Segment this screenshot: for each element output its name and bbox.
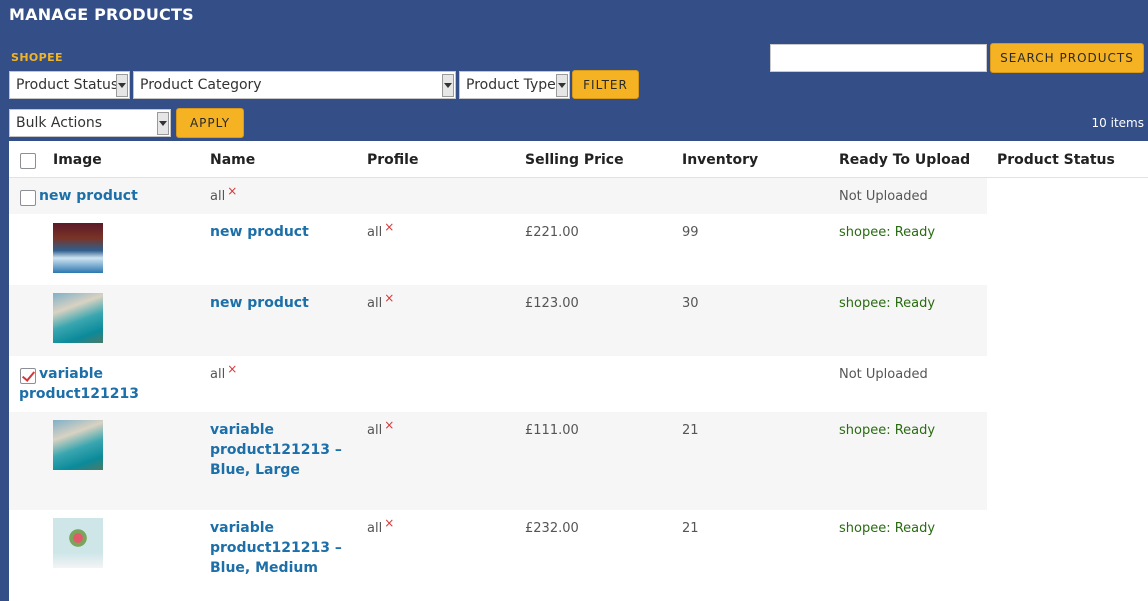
ready-status: Not Uploaded: [839, 367, 928, 382]
section-label-shopee: SHOPEE: [11, 51, 63, 64]
remove-profile-icon[interactable]: ×: [384, 291, 394, 305]
product-name-link[interactable]: variable product121213 – Blue, Large: [210, 420, 360, 480]
profile-value: all: [210, 367, 226, 382]
product-status-select[interactable]: Product Status: [9, 71, 130, 99]
table-row: variable product121213 – Blue, Medium al…: [9, 510, 987, 601]
product-name-link[interactable]: variable product121213 – Blue, Medium: [210, 518, 360, 578]
product-name-link[interactable]: variable product121213: [19, 364, 199, 404]
table-row: new product all × £221.00 99 shopee: Read…: [9, 214, 987, 285]
profile-cell: all ×: [210, 184, 237, 204]
inventory-value: 30: [682, 296, 699, 311]
inventory-value: 21: [682, 423, 699, 438]
selling-price: £232.00: [525, 521, 579, 536]
ready-status: shopee: Ready: [839, 296, 936, 311]
product-thumbnail-image[interactable]: [53, 420, 103, 470]
product-name-line: variable: [39, 366, 104, 382]
profile-value: all: [367, 521, 383, 536]
header-profile: Profile: [367, 152, 419, 168]
product-name-link[interactable]: new product: [210, 222, 309, 242]
search-input[interactable]: [770, 44, 987, 72]
apply-button[interactable]: APPLY: [176, 108, 244, 138]
remove-profile-icon[interactable]: ×: [384, 516, 394, 530]
chevron-down-icon: [442, 74, 454, 97]
product-name-line: product121213 –: [210, 442, 342, 458]
items-count: 10 items: [1091, 116, 1144, 130]
profile-cell: all ×: [367, 418, 394, 438]
search-products-button[interactable]: SEARCH PRODUCTS: [990, 43, 1144, 73]
remove-profile-icon[interactable]: ×: [384, 418, 394, 432]
header-inventory: Inventory: [682, 152, 759, 168]
profile-value: all: [367, 225, 383, 240]
ready-status: shopee: Ready: [839, 423, 936, 438]
product-name-line: product121213 –: [210, 540, 342, 556]
table-row: variable product121213 all × Not Uploaded: [9, 356, 987, 412]
selling-price: £111.00: [525, 423, 579, 438]
product-name-line: product121213: [19, 386, 139, 402]
table-row: variable product121213 – Blue, Large all…: [9, 412, 987, 510]
page-title: MANAGE PRODUCTS: [9, 5, 194, 24]
chevron-down-icon: [556, 74, 568, 97]
profile-value: all: [210, 189, 226, 204]
chevron-down-icon: [157, 112, 169, 135]
table-row: new product all × Not Uploaded: [9, 178, 987, 214]
profile-value: all: [367, 296, 383, 311]
product-category-select[interactable]: Product Category: [133, 71, 456, 99]
product-name-link[interactable]: new product: [39, 186, 138, 206]
product-name-line: variable: [210, 520, 275, 536]
remove-profile-icon[interactable]: ×: [227, 362, 237, 376]
bulk-actions-select-label: Bulk Actions: [16, 115, 103, 131]
profile-cell: all ×: [367, 291, 394, 311]
header-ready-to-upload: Ready To Upload: [839, 152, 971, 168]
header-image: Image: [53, 152, 102, 168]
profile-cell: all ×: [367, 516, 394, 536]
row-checkbox[interactable]: [20, 190, 36, 206]
remove-profile-icon[interactable]: ×: [384, 220, 394, 234]
select-all-checkbox[interactable]: [20, 153, 36, 169]
product-thumbnail-image[interactable]: [53, 223, 103, 273]
bulk-actions-select[interactable]: Bulk Actions: [9, 109, 171, 137]
inventory-value: 21: [682, 521, 699, 536]
filter-button[interactable]: FILTER: [572, 70, 639, 99]
profile-value: all: [367, 423, 383, 438]
ready-status: shopee: Ready: [839, 521, 936, 536]
remove-profile-icon[interactable]: ×: [227, 184, 237, 198]
selling-price: £123.00: [525, 296, 579, 311]
products-table: Image Name Profile Selling Price Invento…: [9, 141, 1148, 601]
product-name-line: Blue, Large: [210, 462, 300, 478]
product-type-select[interactable]: Product Type: [459, 71, 570, 99]
header-product-status: Product Status: [997, 152, 1115, 168]
table-row: new product all × £123.00 30 shopee: Read…: [9, 285, 987, 356]
product-type-select-label: Product Type: [466, 77, 556, 93]
chevron-down-icon: [116, 74, 128, 97]
ready-status: shopee: Ready: [839, 225, 936, 240]
product-name-line: variable: [210, 422, 275, 438]
product-thumbnail-image[interactable]: [53, 518, 103, 568]
profile-cell: all ×: [367, 220, 394, 240]
inventory-value: 99: [682, 225, 699, 240]
profile-cell: all ×: [210, 362, 237, 382]
product-category-select-label: Product Category: [140, 77, 262, 93]
header-selling-price: Selling Price: [525, 152, 624, 168]
header-name: Name: [210, 152, 256, 168]
product-name-link[interactable]: new product: [210, 293, 309, 313]
ready-status: Not Uploaded: [839, 189, 928, 204]
table-header: Image Name Profile Selling Price Invento…: [9, 141, 1148, 178]
product-thumbnail-image[interactable]: [53, 293, 103, 343]
product-name-line: Blue, Medium: [210, 560, 318, 576]
product-status-select-label: Product Status: [16, 77, 119, 93]
selling-price: £221.00: [525, 225, 579, 240]
